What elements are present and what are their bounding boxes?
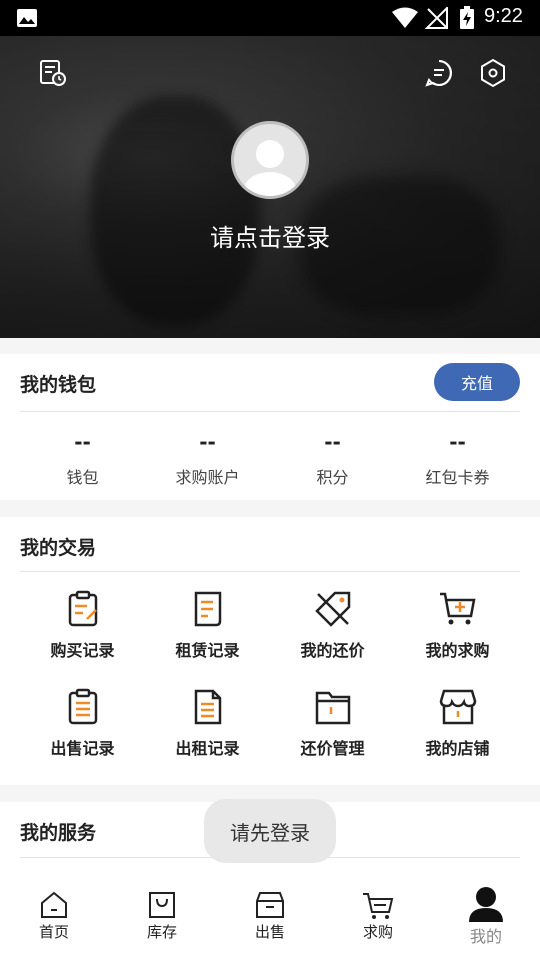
price-tag-icon <box>314 591 350 627</box>
tab-label: 我的 <box>469 927 502 946</box>
tab-inventory[interactable]: 库存 <box>108 874 216 960</box>
status-bar: 9:22 <box>0 0 540 36</box>
stat-label: 红包卡券 <box>425 468 490 487</box>
stat-value: -- <box>324 430 341 454</box>
no-signal-icon <box>425 7 448 29</box>
stat-label: 积分 <box>316 468 349 487</box>
avatar[interactable] <box>231 121 309 199</box>
stat-value: -- <box>74 430 91 454</box>
cart-icon <box>363 893 394 919</box>
item-label: 我的还价 <box>300 641 365 660</box>
my-purchase-request-item[interactable]: 我的求购 <box>395 589 520 661</box>
tab-label: 求购 <box>362 923 393 941</box>
my-store-item[interactable]: 我的店铺 <box>395 687 520 759</box>
item-label: 还价管理 <box>300 739 365 758</box>
cart-plus-icon <box>439 592 476 625</box>
coupons-stat[interactable]: -- 红包卡券 <box>395 430 520 488</box>
sale-record-item[interactable]: 出售记录 <box>20 687 145 759</box>
rent-out-record-icon <box>194 689 221 725</box>
service-title: 我的服务 <box>20 822 97 844</box>
wallet-balance-stat[interactable]: -- 钱包 <box>20 430 145 488</box>
history-record-icon[interactable] <box>38 58 68 88</box>
item-label: 购买记录 <box>50 641 115 660</box>
login-prompt[interactable]: 请点击登录 <box>0 218 540 253</box>
stat-value: -- <box>199 430 216 454</box>
login-required-toast: 请先登录 <box>204 799 336 863</box>
store-icon <box>439 689 476 725</box>
bag-icon <box>149 892 175 918</box>
tab-label: 库存 <box>146 923 177 941</box>
tab-label: 出售 <box>254 923 285 941</box>
item-label: 我的求购 <box>425 641 490 660</box>
lease-record-icon <box>194 591 221 627</box>
wallet-title: 我的钱包 <box>20 374 97 396</box>
box-icon <box>256 892 284 918</box>
clock: 9:22 <box>484 5 523 27</box>
wifi-icon <box>392 7 418 28</box>
bottom-tab-bar: 首页 库存 出售 求购 我的 <box>0 874 540 960</box>
counter-offer-management-item[interactable]: 还价管理 <box>270 687 395 759</box>
wallet-card: 我的钱包 充值 -- 钱包 -- 求购账户 -- 积分 -- 红包卡券 <box>0 354 540 500</box>
purchase-record-icon <box>68 590 97 627</box>
image-notification-icon <box>17 9 37 27</box>
stat-label: 钱包 <box>66 468 99 487</box>
recharge-button[interactable]: 充值 <box>434 363 520 401</box>
divider <box>20 411 520 412</box>
settings-icon[interactable] <box>478 58 508 88</box>
rent-out-record-item[interactable]: 出租记录 <box>145 687 270 759</box>
points-stat[interactable]: -- 积分 <box>270 430 395 488</box>
item-label: 我的店铺 <box>425 739 490 758</box>
profile-header: 请点击登录 <box>0 36 540 338</box>
purchase-account-stat[interactable]: -- 求购账户 <box>145 430 270 488</box>
my-counter-offer-item[interactable]: 我的还价 <box>270 589 395 661</box>
tab-purchase[interactable]: 求购 <box>324 874 432 960</box>
tab-label: 首页 <box>38 923 69 941</box>
tab-home[interactable]: 首页 <box>0 874 108 960</box>
message-icon[interactable] <box>424 58 454 88</box>
divider <box>20 571 520 572</box>
trade-card: 我的交易 购买记录 租赁记录 我的还价 我的求购 出售记录 出租记录 还价管理 … <box>0 517 540 785</box>
purchase-record-item[interactable]: 购买记录 <box>20 589 145 661</box>
person-icon <box>469 887 503 922</box>
item-label: 出租记录 <box>175 739 240 758</box>
home-icon <box>41 891 67 918</box>
lease-record-item[interactable]: 租赁记录 <box>145 589 270 661</box>
sale-record-icon <box>68 688 97 725</box>
item-label: 出售记录 <box>50 739 115 758</box>
folder-icon <box>315 691 350 725</box>
item-label: 租赁记录 <box>175 641 240 660</box>
trade-title: 我的交易 <box>20 537 97 559</box>
tab-sell[interactable]: 出售 <box>216 874 324 960</box>
tab-mine[interactable]: 我的 <box>432 874 540 960</box>
battery-charging-icon <box>460 6 474 29</box>
stat-value: -- <box>449 430 466 454</box>
default-avatar-icon <box>244 140 296 196</box>
stat-label: 求购账户 <box>175 468 240 487</box>
